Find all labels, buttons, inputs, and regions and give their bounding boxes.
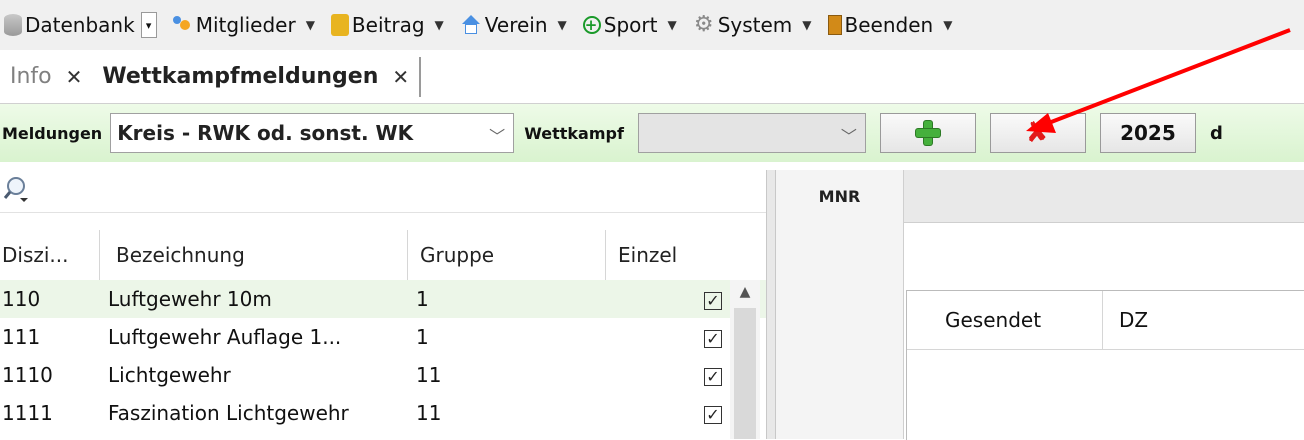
grid-header: Diszi... Bezeichnung Gruppe Einzel bbox=[0, 230, 766, 280]
table-row[interactable]: 111 Luftgewehr Auflage 1... 1 ✓ bbox=[0, 318, 766, 356]
vertical-scrollbar[interactable]: ▲ bbox=[730, 280, 760, 439]
cell-gruppe: 11 bbox=[416, 363, 442, 387]
cell-disziplin: 1110 bbox=[2, 363, 53, 387]
menu-system[interactable]: ⚙ System ▼ bbox=[689, 7, 824, 43]
delete-button[interactable]: ✘ bbox=[989, 113, 1086, 153]
tab-info-label: Info bbox=[10, 64, 52, 89]
members-icon bbox=[171, 14, 193, 36]
right-grid-header: MNR bbox=[776, 170, 1304, 223]
einzel-checkbox[interactable]: ✓ bbox=[704, 292, 722, 310]
menu-verein[interactable]: Verein ▼ bbox=[456, 7, 579, 43]
table-row[interactable]: 110 Luftgewehr 10m 1 ✓ bbox=[0, 280, 766, 318]
cell-bezeichnung: Luftgewehr Auflage 1... bbox=[108, 325, 342, 349]
menu-sport[interactable]: + Sport ▼ bbox=[579, 7, 689, 43]
chevron-down-icon: ▼ bbox=[557, 18, 567, 32]
close-icon[interactable]: ✕ bbox=[66, 65, 83, 89]
grid-body: 110 Luftgewehr 10m 1 ✓ 111 Luftgewehr Au… bbox=[0, 280, 766, 439]
year-field[interactable]: 2025 bbox=[1099, 113, 1196, 153]
chevron-down-icon: ﹀ bbox=[840, 127, 857, 146]
cell-disziplin: 111 bbox=[2, 325, 41, 349]
chevron-down-icon: ▼ bbox=[305, 18, 315, 32]
search-icon[interactable] bbox=[2, 174, 32, 204]
cell-disziplin: 110 bbox=[2, 287, 41, 311]
chevron-down-icon: ▼ bbox=[434, 18, 444, 32]
scrollbar-thumb[interactable] bbox=[734, 308, 756, 439]
chevron-down-icon: ▼ bbox=[802, 18, 812, 32]
menu-verein-label: Verein bbox=[484, 13, 548, 37]
menu-beenden[interactable]: Beenden ▼ bbox=[824, 7, 965, 43]
col-gruppe[interactable]: Gruppe bbox=[408, 230, 606, 280]
meldungen-select-value: Kreis - RWK od. sonst. WK bbox=[117, 121, 414, 145]
menu-bar: Datenbank ▾ Mitglieder ▼ Beitrag ▼ Verei… bbox=[0, 0, 1304, 50]
einzel-checkbox[interactable]: ✓ bbox=[704, 406, 722, 424]
cell-bezeichnung: Luftgewehr 10m bbox=[108, 287, 272, 311]
meldungen-select[interactable]: Kreis - RWK od. sonst. WK ﹀ bbox=[110, 113, 515, 153]
close-icon[interactable]: ✕ bbox=[392, 65, 409, 89]
table-row[interactable]: 1111 Faszination Lichtgewehr 11 ✓ bbox=[0, 394, 766, 432]
search-strip bbox=[0, 170, 766, 213]
chevron-down-icon: ▼ bbox=[943, 18, 953, 32]
menu-datenbank[interactable]: Datenbank ▾ bbox=[0, 7, 167, 43]
tab-wettkampfmeldungen[interactable]: Wettkampfmeldungen ✕ bbox=[92, 56, 422, 97]
door-icon bbox=[827, 15, 842, 35]
scroll-up-icon[interactable]: ▲ bbox=[730, 280, 760, 304]
col-dz[interactable]: DZ bbox=[1103, 291, 1303, 349]
coins-icon bbox=[330, 14, 349, 36]
sub-grid: Gesendet DZ bbox=[906, 290, 1304, 440]
col-mnr[interactable]: MNR bbox=[776, 170, 904, 222]
cell-bezeichnung: Faszination Lichtgewehr bbox=[108, 401, 349, 425]
tab-bar: Info ✕ Wettkampfmeldungen ✕ bbox=[0, 50, 1304, 104]
wettkampf-label: Wettkampf bbox=[524, 123, 624, 143]
cell-disziplin: 1111 bbox=[2, 401, 53, 425]
wettkampf-select[interactable]: ﹀ bbox=[637, 113, 866, 153]
menu-beenden-label: Beenden bbox=[844, 13, 934, 37]
database-icon bbox=[4, 14, 22, 36]
meldungen-label: Meldungen bbox=[2, 123, 103, 143]
toolbar-truncated-text: d bbox=[1209, 122, 1223, 144]
sub-grid-header: Gesendet DZ bbox=[907, 291, 1304, 350]
cell-gruppe: 1 bbox=[416, 287, 429, 311]
menu-mitglieder-label: Mitglieder bbox=[195, 13, 296, 37]
einzel-checkbox[interactable]: ✓ bbox=[704, 330, 722, 348]
house-icon bbox=[460, 14, 482, 36]
year-value: 2025 bbox=[1120, 121, 1176, 145]
menu-mitglieder[interactable]: Mitglieder ▼ bbox=[167, 7, 327, 43]
cell-bezeichnung: Lichtgewehr bbox=[108, 363, 231, 387]
chevron-down-icon: ▼ bbox=[667, 18, 677, 32]
gear-icon: ⚙ bbox=[693, 12, 714, 37]
tab-wettkampfmeldungen-label: Wettkampfmeldungen bbox=[102, 64, 379, 89]
menu-system-label: System bbox=[717, 13, 793, 37]
menu-beitrag-label: Beitrag bbox=[351, 13, 425, 37]
row-indicator-column bbox=[776, 222, 904, 439]
col-einzel[interactable]: Einzel bbox=[606, 230, 766, 280]
col-gesendet[interactable]: Gesendet bbox=[907, 291, 1103, 349]
right-pane: MNR Gesendet DZ bbox=[776, 170, 1304, 440]
menu-sport-label: Sport bbox=[603, 13, 658, 37]
cell-gruppe: 1 bbox=[416, 325, 429, 349]
col-bezeichnung[interactable]: Bezeichnung bbox=[100, 230, 408, 280]
add-button[interactable] bbox=[879, 113, 976, 153]
menu-beitrag[interactable]: Beitrag ▼ bbox=[327, 7, 456, 43]
einzel-checkbox[interactable]: ✓ bbox=[704, 368, 722, 386]
tab-info[interactable]: Info ✕ bbox=[0, 50, 92, 103]
chevron-down-icon: ﹀ bbox=[489, 127, 506, 146]
col-disziplin[interactable]: Diszi... bbox=[0, 230, 100, 280]
chevron-down-icon[interactable]: ▾ bbox=[140, 12, 157, 38]
sport-plus-icon: + bbox=[582, 16, 601, 34]
menu-datenbank-label: Datenbank bbox=[25, 13, 135, 37]
pane-splitter[interactable] bbox=[766, 170, 776, 439]
table-row[interactable]: 1110 Lichtgewehr 11 ✓ bbox=[0, 356, 766, 394]
toolbar: Meldungen Kreis - RWK od. sonst. WK ﹀ We… bbox=[0, 104, 1304, 162]
plus-icon bbox=[915, 120, 941, 146]
delete-x-icon: ✘ bbox=[1025, 115, 1051, 150]
cell-gruppe: 11 bbox=[416, 401, 442, 425]
